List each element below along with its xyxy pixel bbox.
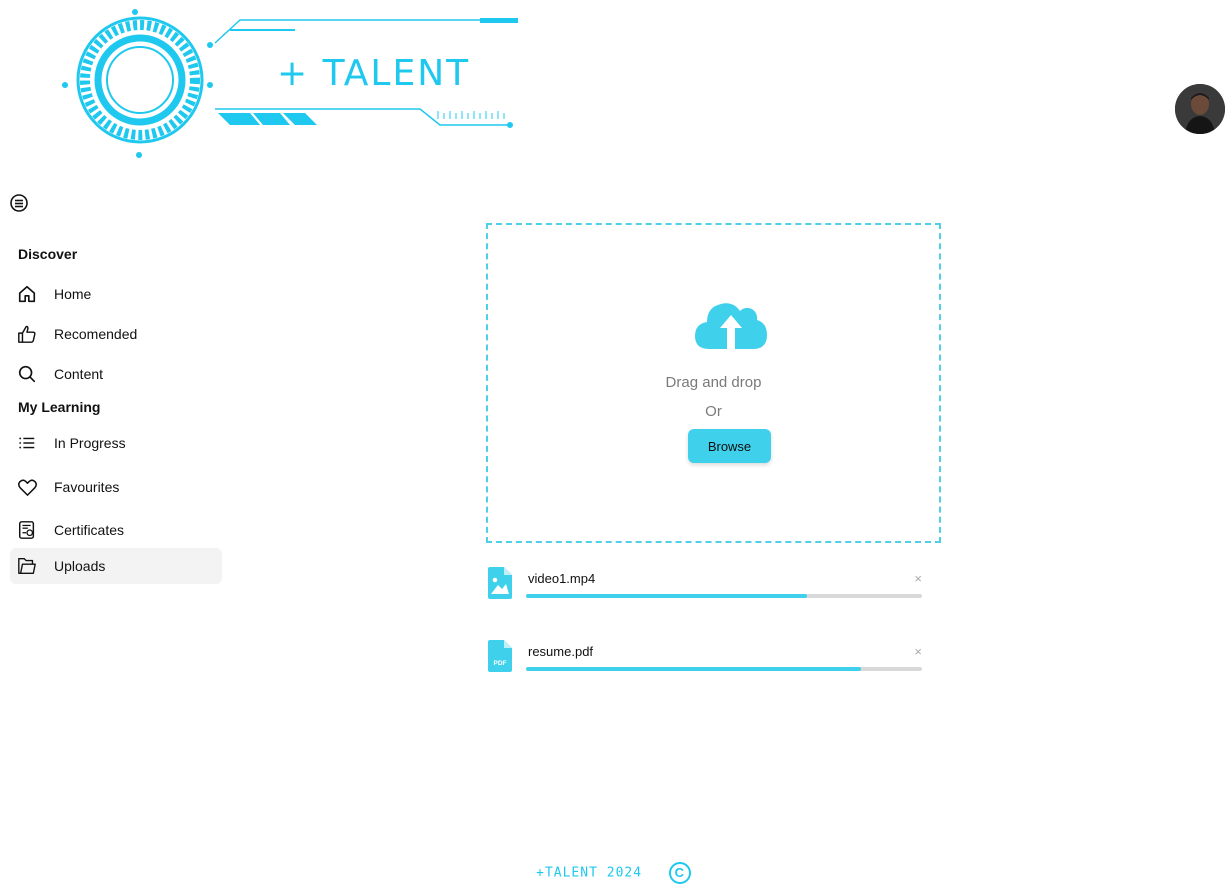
sidebar-item-in-progress[interactable]: In Progress xyxy=(10,425,222,461)
sidebar-item-favourites[interactable]: Favourites xyxy=(10,469,222,505)
thumbs-up-icon xyxy=(16,323,38,345)
pdf-file-icon: PDF xyxy=(488,640,512,672)
sidebar-item-content[interactable]: Content xyxy=(10,356,222,392)
sidebar-item-certificates[interactable]: Certificates xyxy=(10,512,222,548)
menu-icon[interactable] xyxy=(9,193,29,213)
certificate-icon xyxy=(16,519,38,541)
search-icon xyxy=(16,363,38,385)
image-file-icon xyxy=(488,567,512,599)
list-icon xyxy=(16,432,38,454)
sidebar-item-label: Home xyxy=(54,286,92,302)
progress-fill xyxy=(526,594,808,598)
sidebar-item-label: Favourites xyxy=(54,479,120,495)
file-name: video1.mp4 xyxy=(528,571,596,586)
sidebar-item-label: Recomended xyxy=(54,326,138,342)
sidebar-item-label: Uploads xyxy=(54,558,106,574)
sidebar-item-label: Certificates xyxy=(54,522,125,538)
drag-and-drop-text: Drag and drop xyxy=(665,374,762,391)
close-icon[interactable]: × xyxy=(914,571,922,586)
section-title-my-learning: My Learning xyxy=(18,399,101,415)
upload-dropzone[interactable]: Drag and drop Or Browse xyxy=(486,223,941,543)
sidebar-item-label: In Progress xyxy=(54,435,126,451)
cloud-upload-icon xyxy=(693,297,769,353)
copyright-icon: C xyxy=(668,862,691,884)
sidebar-item-label: Content xyxy=(54,366,104,382)
upload-progress-bar xyxy=(526,667,922,671)
footer-text: +TALENT 2024 xyxy=(536,865,643,881)
upload-progress-bar xyxy=(526,594,922,598)
section-title-discover: Discover xyxy=(18,246,78,262)
uploads-page: + TALENT Discover Home Recomended Conten… xyxy=(0,0,1227,886)
svg-text:PDF: PDF xyxy=(494,660,507,667)
home-icon xyxy=(16,283,38,305)
close-icon[interactable]: × xyxy=(914,644,922,659)
folder-icon xyxy=(16,555,38,577)
logo-text: + TALENT xyxy=(277,53,471,94)
upload-file-row: PDF resume.pdf × xyxy=(486,640,926,680)
heart-icon xyxy=(16,476,38,498)
file-name: resume.pdf xyxy=(528,644,594,659)
talent-logo[interactable]: + TALENT xyxy=(55,5,525,165)
sidebar-item-recomended[interactable]: Recomended xyxy=(10,316,222,352)
or-text: Or xyxy=(705,403,722,420)
upload-file-row: video1.mp4 × xyxy=(486,567,926,607)
browse-button[interactable]: Browse xyxy=(688,429,771,463)
sidebar-item-home[interactable]: Home xyxy=(10,276,222,312)
avatar[interactable] xyxy=(1175,84,1225,134)
footer: +TALENT 2024 C xyxy=(0,862,1227,884)
progress-fill xyxy=(526,667,861,671)
user-photo xyxy=(1175,84,1225,134)
sidebar-item-uploads[interactable]: Uploads xyxy=(10,548,222,584)
